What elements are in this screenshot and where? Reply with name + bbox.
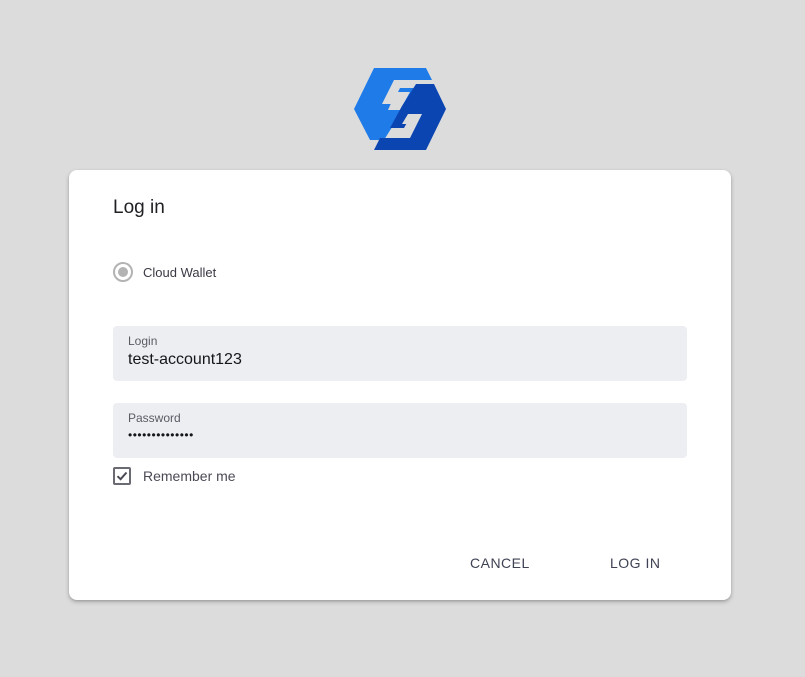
app-logo-icon <box>352 66 448 152</box>
login-input[interactable]: test-account123 <box>128 351 668 369</box>
log-in-button[interactable]: LOG IN <box>600 546 670 580</box>
dialog-title: Log in <box>113 197 165 218</box>
login-dialog: Log in Cloud Wallet Login test-account12… <box>69 170 731 600</box>
remember-me-checkbox[interactable] <box>113 467 131 485</box>
login-field-label: Login <box>128 334 158 348</box>
password-field-label: Password <box>128 411 181 425</box>
cloud-wallet-label: Cloud Wallet <box>143 264 217 280</box>
remember-me-label: Remember me <box>143 468 236 484</box>
checkmark-icon <box>116 471 128 481</box>
login-field[interactable]: Login test-account123 <box>113 326 687 381</box>
remember-me-option[interactable]: Remember me <box>113 466 236 486</box>
radio-button[interactable] <box>113 262 133 282</box>
cancel-button[interactable]: CANCEL <box>460 546 540 580</box>
cloud-wallet-option[interactable]: Cloud Wallet <box>113 262 216 282</box>
password-input[interactable]: •••••••••••••• <box>128 428 668 442</box>
password-field[interactable]: Password •••••••••••••• <box>113 403 687 458</box>
